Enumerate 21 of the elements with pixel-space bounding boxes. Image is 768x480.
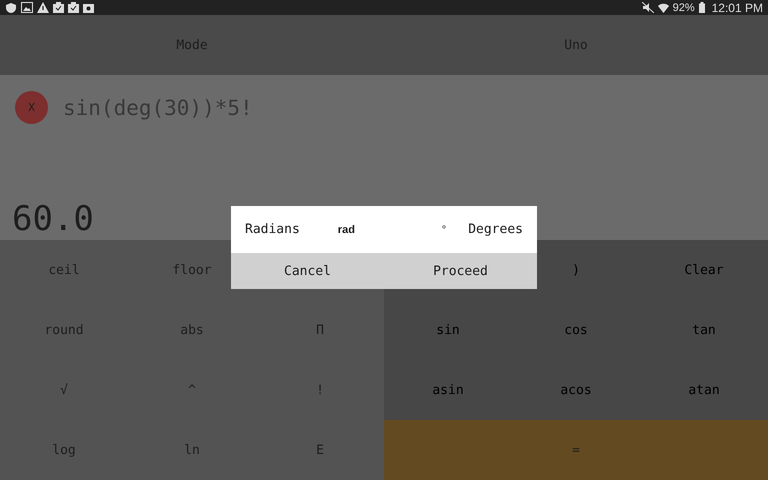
image-icon (21, 2, 33, 13)
unit-symbol: rad (338, 224, 355, 236)
key-button[interactable]: acos (512, 360, 640, 420)
battery-icon (698, 2, 705, 13)
key-button[interactable]: cos (512, 300, 640, 360)
key-button[interactable]: asin (384, 360, 512, 420)
shield-icon (5, 2, 17, 14)
radians-option[interactable]: Radians (245, 222, 300, 237)
clear-expression-button[interactable]: X (15, 91, 48, 124)
key-button[interactable]: atan (640, 360, 768, 420)
key-button[interactable]: tan (640, 300, 768, 360)
degrees-option[interactable]: Degrees (468, 222, 523, 237)
key-button[interactable]: Clear (640, 240, 768, 300)
mute-icon (642, 2, 654, 13)
equals-button[interactable]: = (384, 420, 768, 480)
clock: 12:01 PM (712, 0, 763, 14)
result-text: 60.0 (11, 199, 94, 239)
key-button[interactable]: sin (384, 300, 512, 360)
unit-symbol: ° (442, 224, 446, 236)
wifi-icon (658, 2, 669, 12)
battery-percentage: 92% (672, 2, 695, 14)
